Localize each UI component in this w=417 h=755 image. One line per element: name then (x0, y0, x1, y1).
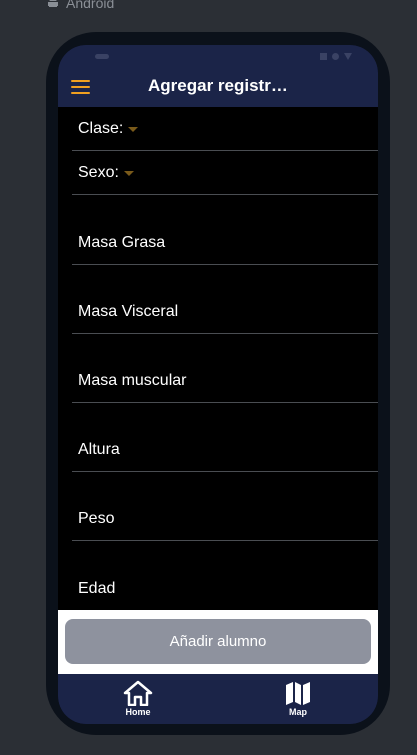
nav-item-map[interactable]: Map (268, 680, 328, 722)
nav-label-map: Map (289, 707, 307, 717)
android-icon (48, 0, 58, 7)
student-form: Clase: Sexo: Masa Grasa Masa Visceral Ma… (58, 107, 378, 610)
status-triangle-icon (344, 53, 352, 60)
masa-muscular-field[interactable]: Masa muscular (72, 334, 378, 403)
page-title: Agregar registr… (148, 76, 288, 95)
peso-label: Peso (78, 510, 115, 527)
edad-field[interactable]: Edad (72, 541, 378, 610)
platform-label: Android (46, 0, 114, 11)
sexo-select[interactable]: Sexo: (72, 151, 378, 195)
sexo-select-label: Sexo: (78, 163, 119, 181)
masa-visceral-field[interactable]: Masa Visceral (72, 265, 378, 334)
peso-field[interactable]: Peso (72, 472, 378, 541)
app-bar: Agregar registr… (58, 67, 378, 107)
platform-label-text: Android (66, 0, 115, 11)
clase-select[interactable]: Clase: (72, 107, 378, 151)
form-footer: Añadir alumno (58, 610, 378, 674)
clase-select-label: Clase: (78, 119, 124, 137)
masa-grasa-label: Masa Grasa (78, 234, 166, 251)
masa-visceral-label: Masa Visceral (78, 303, 179, 320)
speaker-icon (95, 54, 109, 59)
dropdown-arrow-icon (128, 127, 139, 132)
altura-field[interactable]: Altura (72, 403, 378, 472)
hamburger-menu-icon[interactable] (71, 80, 90, 94)
altura-label: Altura (78, 441, 120, 458)
edad-label: Edad (78, 580, 116, 597)
masa-grasa-field[interactable]: Masa Grasa (72, 196, 378, 265)
nav-item-home[interactable]: Home (108, 680, 168, 722)
add-student-button[interactable]: Añadir alumno (65, 619, 371, 664)
status-bar (58, 45, 378, 67)
bottom-nav: Home Map (58, 674, 378, 724)
status-square-icon (320, 53, 327, 60)
home-icon (123, 680, 153, 706)
status-circle-icon (332, 53, 339, 60)
masa-muscular-label: Masa muscular (78, 372, 187, 389)
phone-screen: Agregar registr… Clase: Sexo: Masa Grasa… (58, 45, 378, 724)
map-icon (286, 682, 310, 705)
nav-label-home: Home (125, 707, 151, 717)
dropdown-arrow-icon (123, 171, 134, 176)
